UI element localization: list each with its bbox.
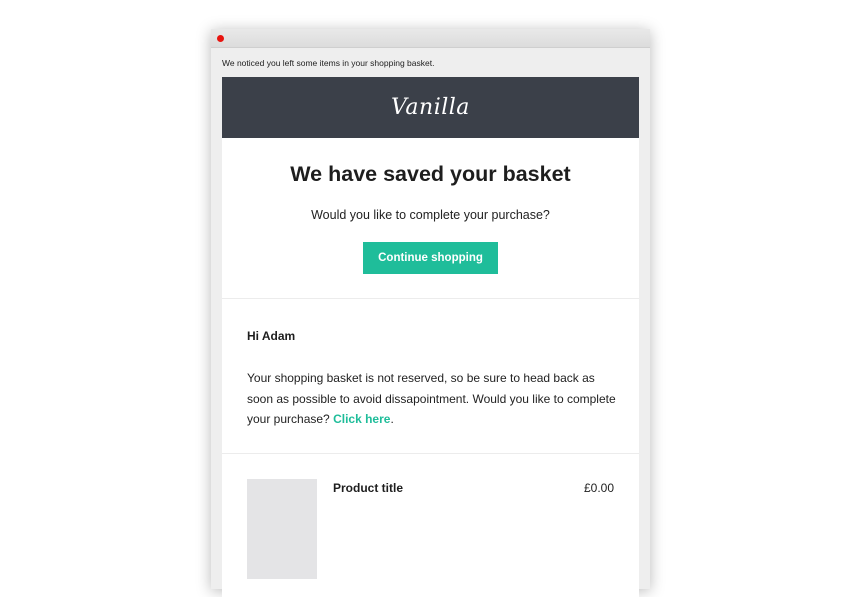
message-body-text: Your shopping basket is not reserved, so… — [247, 371, 616, 426]
close-window-button[interactable] — [217, 35, 224, 42]
email-body: Vanilla We have saved your basket Would … — [222, 77, 639, 597]
hero-subtitle: Would you like to complete your purchase… — [311, 208, 550, 222]
product-title[interactable]: Product title — [333, 481, 403, 495]
hero-title: We have saved your basket — [290, 162, 571, 186]
message-section: Hi Adam Your shopping basket is not rese… — [222, 299, 639, 454]
hero-section: We have saved your basket Would you like… — [222, 138, 639, 299]
message-body-end: . — [390, 412, 394, 426]
email-preheader: We noticed you left some items in your s… — [222, 58, 435, 68]
email-header: Vanilla — [222, 77, 639, 138]
product-row: Product title £0.00 — [222, 454, 639, 579]
product-image-placeholder[interactable] — [247, 479, 317, 579]
message-body: Your shopping basket is not reserved, so… — [247, 368, 619, 430]
continue-shopping-button[interactable]: Continue shopping — [363, 242, 498, 274]
click-here-link[interactable]: Click here — [333, 412, 390, 426]
product-price: £0.00 — [583, 481, 614, 495]
brand-logo: Vanilla — [391, 95, 470, 120]
greeting: Hi Adam — [247, 329, 296, 343]
mail-window: We noticed you left some items in your s… — [211, 29, 650, 597]
window-titlebar — [211, 29, 650, 48]
